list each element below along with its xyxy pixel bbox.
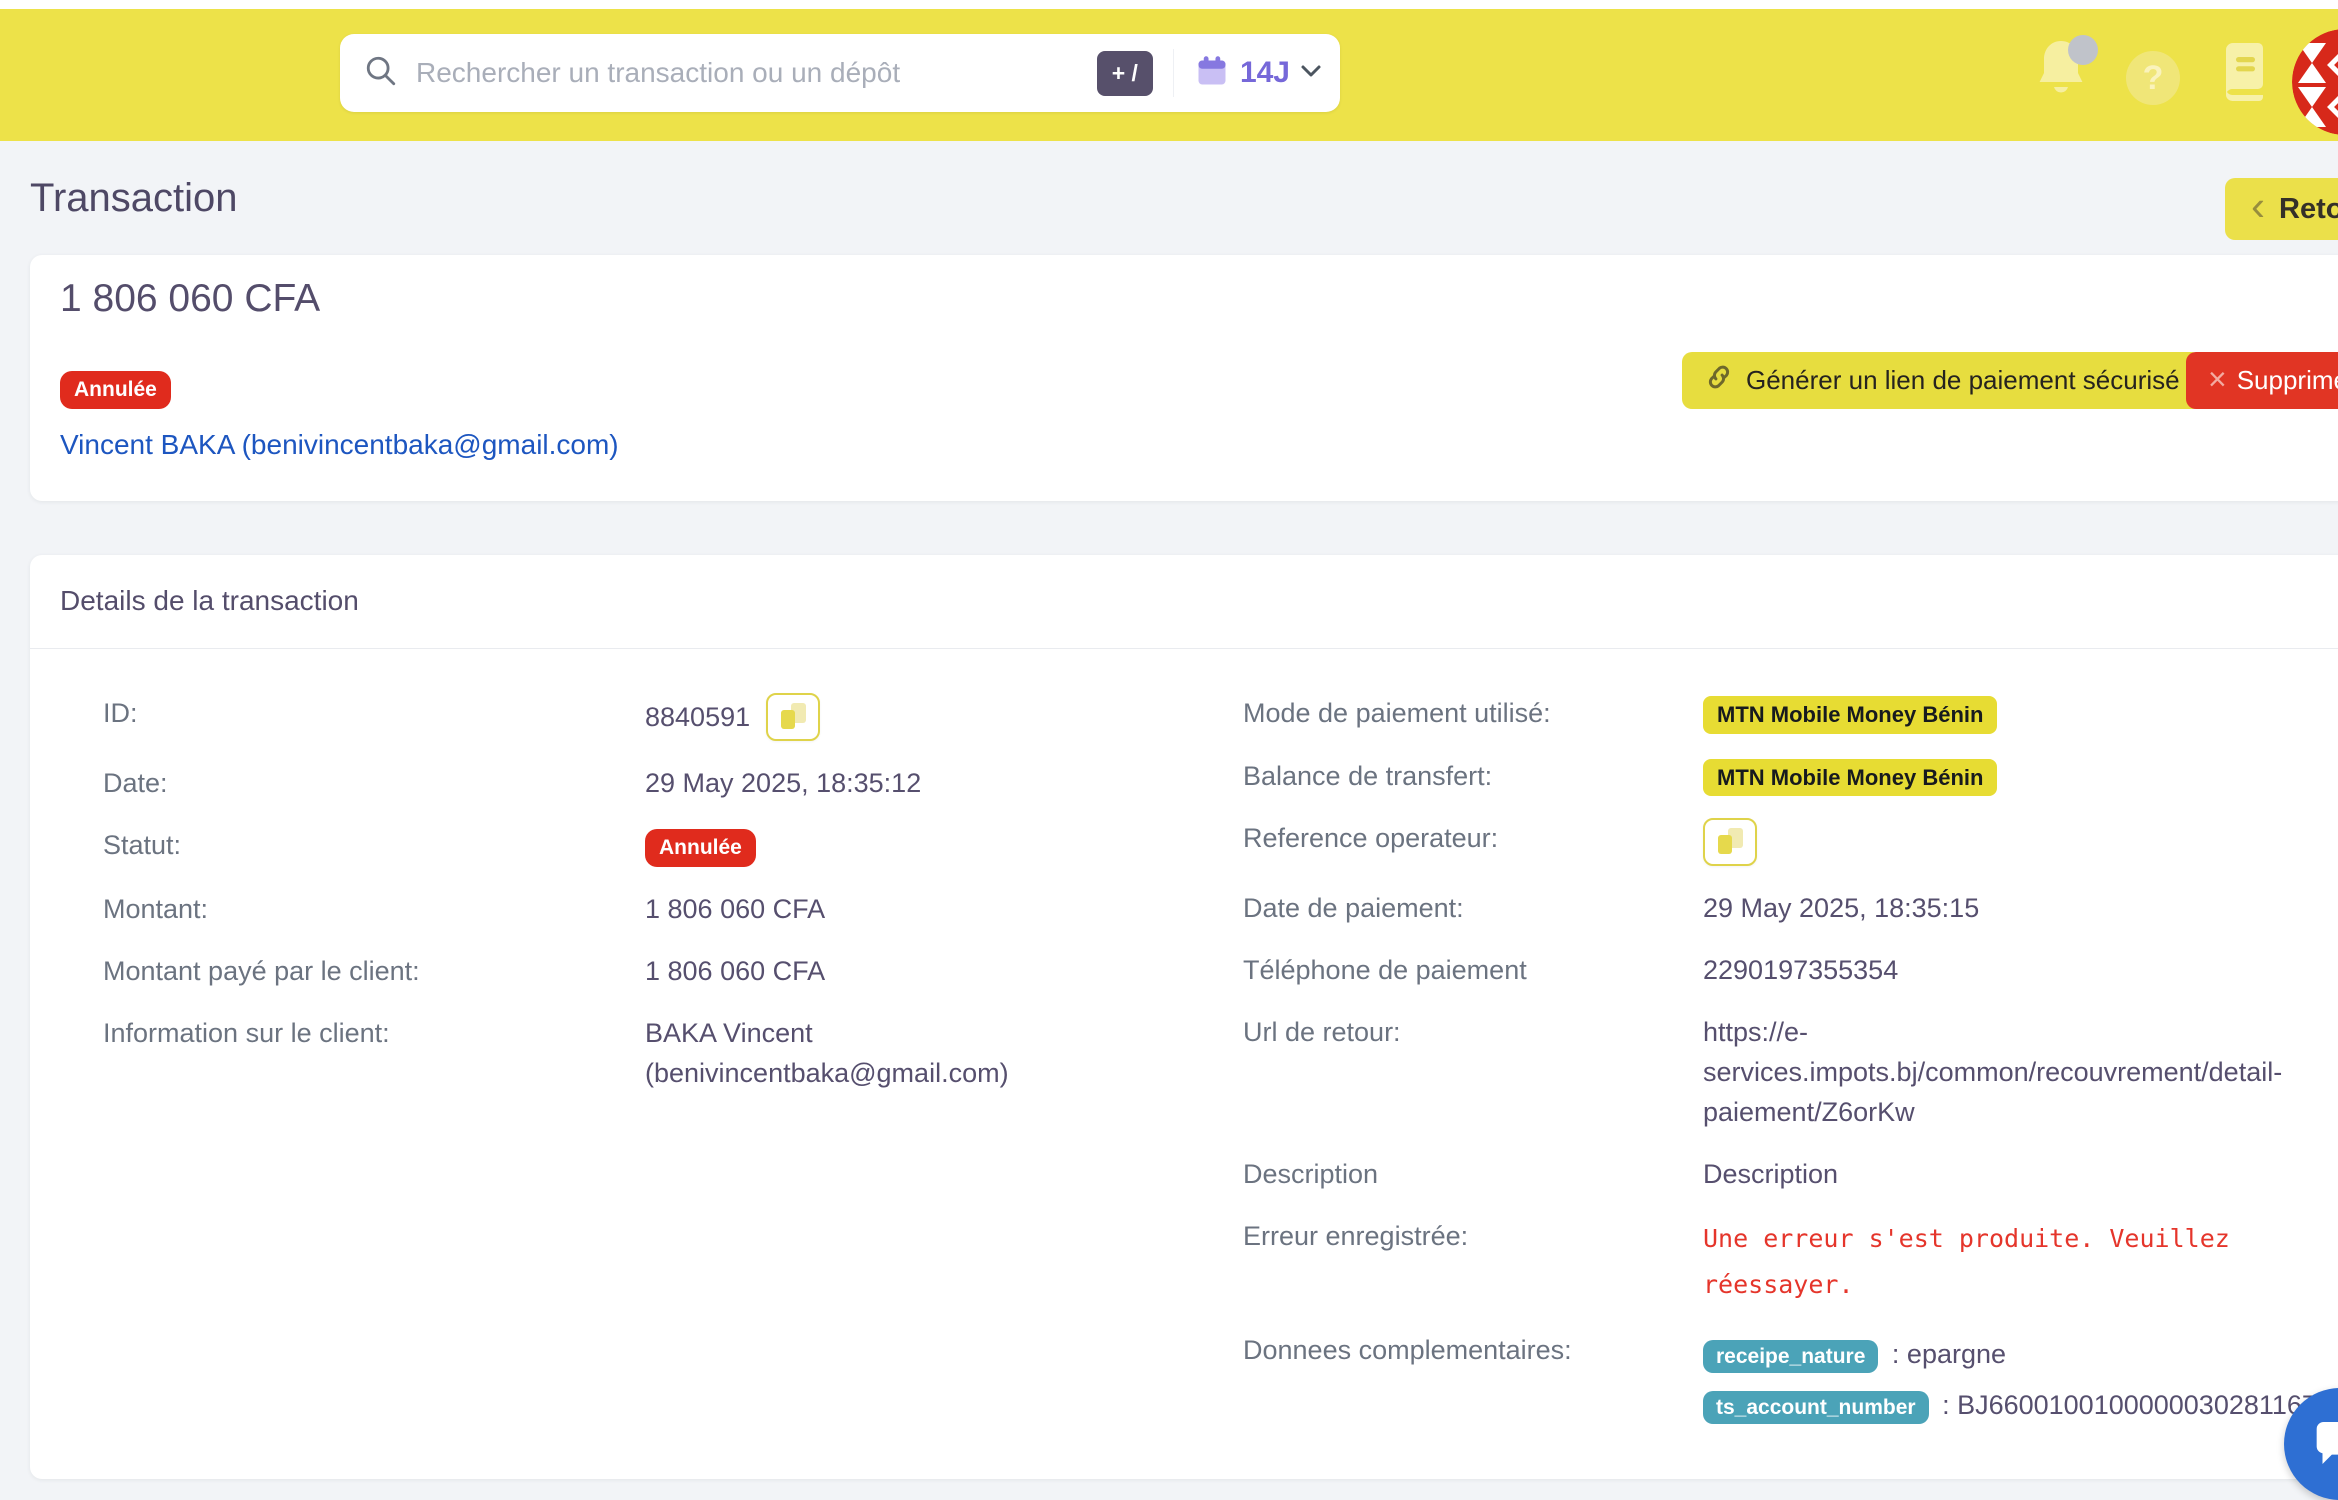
copy-icon bbox=[781, 710, 795, 729]
link-icon bbox=[1704, 362, 1734, 399]
help-button[interactable]: ? bbox=[2126, 51, 2180, 105]
data-key-badge: ts_account_number bbox=[1703, 1391, 1929, 1424]
field-row: Donnees complementaires:receipe_nature :… bbox=[1243, 1330, 2338, 1432]
back-button-label: Retour bbox=[2279, 193, 2338, 226]
back-button[interactable]: ‹ Retour bbox=[2225, 178, 2338, 240]
field-value: MTN Mobile Money Bénin bbox=[1703, 756, 2338, 797]
field-value: receipe_nature : epargnets_account_numbe… bbox=[1703, 1330, 2338, 1432]
field-row: ID:8840591 bbox=[103, 693, 1243, 741]
field-value bbox=[1703, 818, 2338, 866]
field-value: 8840591 bbox=[645, 693, 1095, 741]
data-pair: ts_account_number : BJ660010010000003028… bbox=[1703, 1381, 2338, 1432]
transaction-amount: 1 806 060 CFA bbox=[60, 277, 320, 321]
field-label: Téléphone de paiement bbox=[1243, 950, 1703, 990]
search-input[interactable] bbox=[414, 56, 1087, 90]
field-row: Mode de paiement utilisé:MTN Mobile Mone… bbox=[1243, 693, 2338, 734]
status-badge: Annulée bbox=[60, 371, 171, 409]
divider bbox=[30, 648, 2338, 649]
field-label: Montant payé par le client: bbox=[103, 951, 645, 991]
field-label: Date de paiement: bbox=[1243, 888, 1703, 928]
field-value: 2290197355354 bbox=[1703, 950, 2338, 990]
search-box[interactable]: + / 14J bbox=[340, 34, 1340, 112]
field-label: Description bbox=[1243, 1154, 1703, 1194]
field-row: DescriptionDescription bbox=[1243, 1154, 2338, 1194]
documentation-button[interactable] bbox=[2218, 41, 2270, 106]
date-range-selector[interactable]: 14J bbox=[1173, 49, 1322, 97]
field-label: Statut: bbox=[103, 825, 645, 867]
account-avatar[interactable] bbox=[2292, 29, 2338, 135]
field-value: 1 806 060 CFA bbox=[645, 889, 1095, 929]
generate-payment-link-label: Générer un lien de paiement sécurisé bbox=[1746, 365, 2180, 396]
field-row: Url de retour:https://e-services.impots.… bbox=[1243, 1012, 2338, 1132]
generate-payment-link-button[interactable]: Générer un lien de paiement sécurisé bbox=[1682, 352, 2202, 409]
field-row: Statut:Annulée bbox=[103, 825, 1243, 867]
chevron-down-icon bbox=[1300, 64, 1322, 83]
delete-button-label: Supprimer bbox=[2237, 365, 2338, 396]
field-value: MTN Mobile Money Bénin bbox=[1703, 693, 2338, 734]
page-title: Transaction bbox=[30, 176, 238, 221]
question-mark-icon: ? bbox=[2143, 59, 2164, 98]
field-row: Reference operateur: bbox=[1243, 818, 2338, 866]
field-value: 29 May 2025, 18:35:12 bbox=[645, 763, 1095, 803]
details-left-column: ID:8840591Date:29 May 2025, 18:35:12Stat… bbox=[103, 693, 1243, 1454]
field-row: Date:29 May 2025, 18:35:12 bbox=[103, 763, 1243, 803]
data-key-badge: receipe_nature bbox=[1703, 1340, 1878, 1373]
close-icon: × bbox=[2208, 363, 2227, 395]
field-value: BAKA Vincent (benivincentbaka@gmail.com) bbox=[645, 1013, 1095, 1093]
field-value: Une erreur s'est produite. Veuillez rées… bbox=[1703, 1216, 2338, 1308]
status-badge-wrap: Annulée bbox=[60, 371, 171, 409]
field-label: Donnees complementaires: bbox=[1243, 1330, 1703, 1432]
bell-icon bbox=[2032, 88, 2090, 105]
details-card-title: Details de la transaction bbox=[60, 585, 359, 617]
field-value: 1 806 060 CFA bbox=[645, 951, 1095, 991]
copy-button[interactable] bbox=[1703, 818, 1757, 866]
notification-dot bbox=[2068, 35, 2098, 65]
payment-method-badge: MTN Mobile Money Bénin bbox=[1703, 759, 1997, 797]
field-label: Balance de transfert: bbox=[1243, 756, 1703, 797]
topbar: + / 14J ? bbox=[0, 9, 2338, 141]
field-row: Erreur enregistrée:Une erreur s'est prod… bbox=[1243, 1216, 2338, 1308]
data-pair: receipe_nature : epargne bbox=[1703, 1330, 2338, 1381]
field-label: Reference operateur: bbox=[1243, 818, 1703, 866]
search-icon bbox=[364, 54, 398, 93]
copy-button[interactable] bbox=[766, 693, 820, 741]
field-row: Montant payé par le client:1 806 060 CFA bbox=[103, 951, 1243, 991]
field-row: Balance de transfert:MTN Mobile Money Bé… bbox=[1243, 756, 2338, 797]
field-value: Description bbox=[1703, 1154, 2338, 1194]
details-fields: ID:8840591Date:29 May 2025, 18:35:12Stat… bbox=[103, 693, 2338, 1454]
field-value: 29 May 2025, 18:35:15 bbox=[1703, 888, 2338, 928]
app-root: + / 14J ? bbox=[0, 0, 2338, 1500]
field-label: Information sur le client: bbox=[103, 1013, 645, 1093]
field-row: Montant:1 806 060 CFA bbox=[103, 889, 1243, 929]
field-value: https://e-services.impots.bj/common/reco… bbox=[1703, 1012, 2338, 1132]
field-value-text: 8840591 bbox=[645, 697, 750, 737]
field-label: Date: bbox=[103, 763, 645, 803]
field-value: Annulée bbox=[645, 825, 1095, 867]
copy-icon bbox=[1718, 835, 1732, 854]
field-label: Url de retour: bbox=[1243, 1012, 1703, 1132]
transaction-details-card: Details de la transaction ID:8840591Date… bbox=[30, 555, 2338, 1479]
calendar-icon bbox=[1194, 53, 1230, 94]
customer-link[interactable]: Vincent BAKA (benivincentbaka@gmail.com) bbox=[60, 429, 619, 461]
chevron-left-icon: ‹ bbox=[2251, 185, 2265, 227]
field-row: Information sur le client:BAKA Vincent (… bbox=[103, 1013, 1243, 1093]
search-shortcut-badge: + / bbox=[1097, 51, 1153, 96]
transaction-summary-card: 1 806 060 CFA Annulée Vincent BAKA (beni… bbox=[30, 255, 2338, 501]
field-label: ID: bbox=[103, 693, 645, 741]
chat-bubble-icon bbox=[2312, 1415, 2338, 1474]
delete-button[interactable]: × Supprimer bbox=[2186, 352, 2338, 409]
field-label: Mode de paiement utilisé: bbox=[1243, 693, 1703, 734]
field-row: Date de paiement:29 May 2025, 18:35:15 bbox=[1243, 888, 2338, 928]
payment-method-badge: MTN Mobile Money Bénin bbox=[1703, 696, 1997, 734]
book-icon bbox=[2218, 88, 2270, 105]
notifications-button[interactable] bbox=[2032, 35, 2098, 113]
field-label: Montant: bbox=[103, 889, 645, 929]
status-badge: Annulée bbox=[645, 829, 756, 867]
top-strip bbox=[0, 0, 2338, 9]
field-label: Erreur enregistrée: bbox=[1243, 1216, 1703, 1308]
field-row: Téléphone de paiement2290197355354 bbox=[1243, 950, 2338, 990]
avatar-pattern-icon bbox=[2292, 29, 2338, 135]
details-right-column: Mode de paiement utilisé:MTN Mobile Mone… bbox=[1243, 693, 2338, 1454]
date-range-value: 14J bbox=[1240, 56, 1290, 90]
